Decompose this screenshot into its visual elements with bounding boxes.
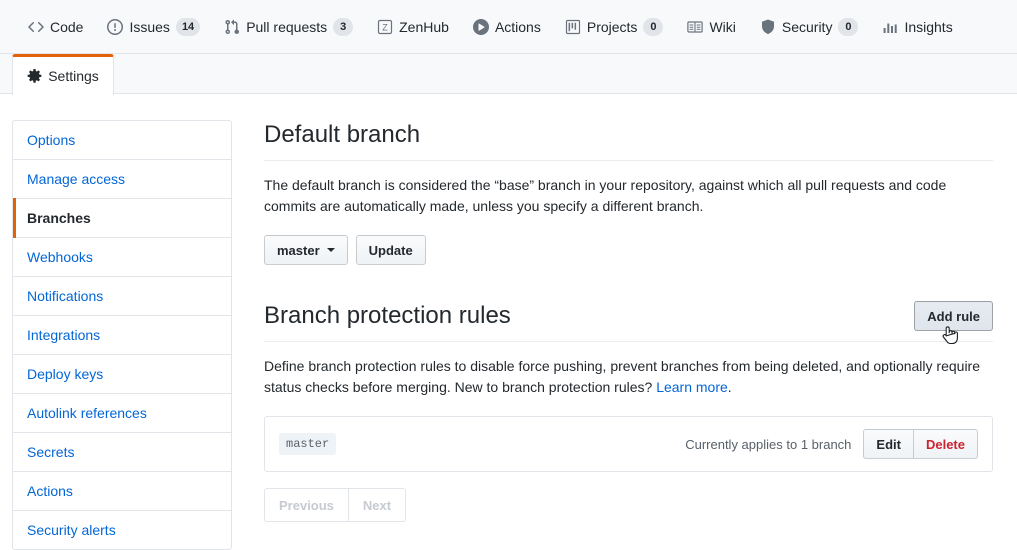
sidebar-item-secrets[interactable]: Secrets — [13, 433, 231, 472]
sidebar-item-label: Autolink references — [27, 405, 147, 421]
protection-rules-list: master Currently applies to 1 branch Edi… — [264, 416, 993, 472]
nav-item-label: Code — [50, 19, 84, 35]
sidebar-item-deploy-keys[interactable]: Deploy keys — [13, 355, 231, 394]
edit-rule-label: Edit — [876, 436, 901, 452]
settings-sidebar: Options Manage access Branches Webhooks … — [12, 120, 232, 550]
nav-item-zenhub[interactable]: Z ZenHub — [365, 0, 461, 54]
sidebar-item-label: Secrets — [27, 444, 75, 460]
protection-rules-description-suffix: . — [727, 379, 732, 395]
sidebar-item-notifications[interactable]: Notifications — [13, 277, 231, 316]
sidebar-item-manage-access[interactable]: Manage access — [13, 160, 231, 199]
branch-select-label: master — [277, 242, 320, 258]
sidebar-item-label: Notifications — [27, 288, 104, 304]
tab-settings[interactable]: Settings — [12, 54, 114, 95]
update-button[interactable]: Update — [355, 235, 426, 265]
pagination-next-button[interactable]: Next — [347, 488, 407, 522]
add-rule-button[interactable]: Add rule — [914, 301, 993, 331]
nav-item-actions[interactable]: Actions — [461, 0, 553, 54]
sidebar-item-label: Branches — [27, 210, 91, 226]
branch-pattern-tag: master — [279, 433, 337, 455]
learn-more-link[interactable]: Learn more — [656, 379, 728, 395]
shield-icon — [760, 19, 776, 35]
default-branch-title: Default branch — [264, 121, 421, 148]
nav-item-issues[interactable]: Issues 14 — [95, 0, 212, 54]
delete-rule-button[interactable]: Delete — [912, 429, 978, 459]
issue-opened-icon — [107, 19, 124, 35]
nav-item-label: Issues — [129, 19, 170, 35]
nav-item-label: ZenHub — [399, 19, 449, 35]
main-content: Default branch The default branch is con… — [232, 120, 993, 550]
pagination-previous-label: Previous — [279, 497, 334, 513]
applies-to-text: Currently applies to 1 branch — [685, 436, 852, 452]
sidebar-item-label: Manage access — [27, 171, 126, 187]
book-icon — [687, 19, 704, 35]
divider — [264, 160, 993, 161]
sidebar-item-security-alerts[interactable]: Security alerts — [13, 511, 231, 549]
chevron-down-icon — [326, 248, 335, 252]
code-icon — [28, 19, 44, 35]
delete-rule-label: Delete — [925, 436, 965, 452]
sidebar-item-actions[interactable]: Actions — [13, 472, 231, 511]
nav-item-code[interactable]: Code — [16, 0, 95, 54]
issues-counter: 14 — [175, 18, 201, 36]
pull-requests-counter: 3 — [333, 18, 354, 36]
security-counter: 0 — [838, 18, 859, 36]
git-pull-request-icon — [224, 19, 240, 35]
sidebar-item-autolink-references[interactable]: Autolink references — [13, 394, 231, 433]
sidebar-item-branches[interactable]: Branches — [13, 198, 231, 238]
pagination-next-label: Next — [362, 497, 392, 513]
protection-rules-description: Define branch protection rules to disabl… — [264, 356, 993, 398]
nav-item-wiki[interactable]: Wiki — [675, 0, 747, 54]
sidebar-item-integrations[interactable]: Integrations — [13, 316, 231, 355]
graph-icon — [882, 19, 898, 35]
update-button-label: Update — [368, 242, 413, 258]
nav-item-projects[interactable]: Projects 0 — [553, 0, 676, 54]
branch-select-dropdown[interactable]: master — [264, 235, 348, 265]
pagination: Previous Next — [264, 488, 993, 522]
play-icon — [472, 19, 489, 35]
nav-item-label: Insights — [904, 19, 953, 35]
sidebar-item-label: Webhooks — [27, 249, 93, 265]
default-branch-actions: master Update — [264, 235, 993, 265]
nav-item-security[interactable]: Security 0 — [748, 0, 871, 54]
gear-icon — [27, 68, 42, 84]
tab-settings-label: Settings — [48, 68, 99, 84]
zenhub-icon: Z — [377, 19, 393, 35]
page-body: Options Manage access Branches Webhooks … — [0, 94, 1017, 550]
nav-item-label: Wiki — [709, 19, 736, 35]
nav-item-pull-requests[interactable]: Pull requests 3 — [212, 0, 365, 54]
nav-item-label: Security — [781, 19, 833, 35]
sidebar-item-label: Options — [27, 132, 76, 148]
protection-rules-title: Branch protection rules — [264, 302, 511, 329]
settings-tab-row: Settings — [0, 54, 1017, 95]
divider — [264, 341, 993, 342]
svg-text:Z: Z — [382, 23, 388, 33]
add-rule-button-label: Add rule — [927, 308, 980, 324]
rule-button-group: Edit Delete — [863, 429, 978, 459]
project-icon — [565, 19, 581, 35]
sidebar-item-label: Integrations — [27, 327, 101, 343]
nav-item-insights[interactable]: Insights — [870, 0, 964, 54]
nav-item-label: Pull requests — [246, 19, 328, 35]
nav-item-label: Actions — [494, 19, 541, 35]
sidebar-item-label: Actions — [27, 483, 73, 499]
projects-counter: 0 — [643, 18, 664, 36]
edit-rule-button[interactable]: Edit — [863, 429, 914, 459]
default-branch-description: The default branch is considered the “ba… — [264, 177, 947, 214]
protection-rules-description-text: Define branch protection rules to disabl… — [264, 358, 980, 395]
sidebar-item-options[interactable]: Options — [13, 121, 231, 160]
sidebar-item-label: Deploy keys — [27, 366, 104, 382]
nav-item-label: Projects — [586, 19, 638, 35]
protection-rules-header: Branch protection rules Add rule — [264, 301, 993, 345]
rule-row-actions: Currently applies to 1 branch Edit Delet… — [685, 429, 978, 459]
pagination-previous-button[interactable]: Previous — [264, 488, 349, 522]
sidebar-item-webhooks[interactable]: Webhooks — [13, 238, 231, 277]
sidebar-item-label: Security alerts — [27, 522, 116, 538]
table-row: master Currently applies to 1 branch Edi… — [265, 417, 992, 471]
repository-nav: Code Issues 14 Pull requests 3 Z ZenHub … — [0, 0, 1017, 54]
